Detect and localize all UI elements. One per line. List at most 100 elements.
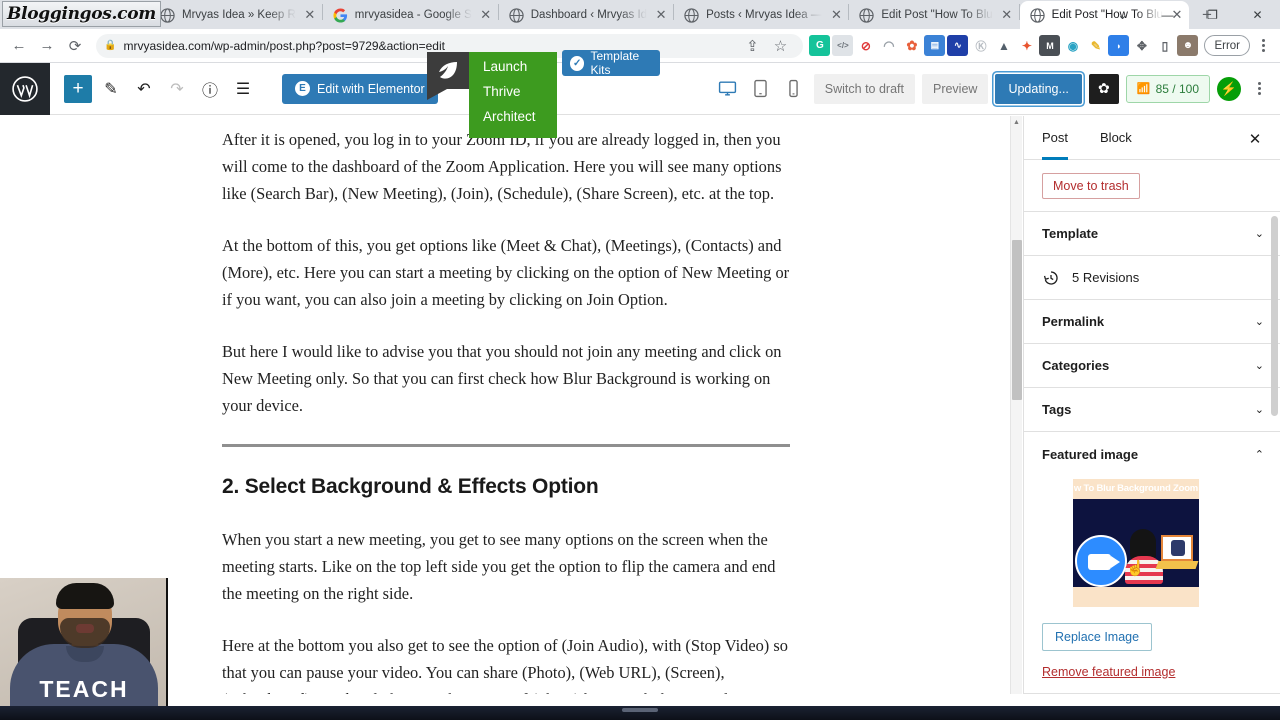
tab-close-icon[interactable]: ✕ <box>302 7 318 23</box>
minimize-button[interactable]: — <box>1145 0 1190 29</box>
template-kits-check-icon: ✓ <box>570 55 585 71</box>
seo-score-badge[interactable]: 📶 85 / 100 <box>1125 74 1210 103</box>
panel-template[interactable]: Template ⌄ <box>1024 212 1280 256</box>
code-icon[interactable]: </> <box>832 35 854 56</box>
scrollbar-thumb[interactable] <box>1012 240 1022 400</box>
featured-image-thumbnail[interactable]: ☝ w To Blur Background Zoom <box>1073 479 1199 607</box>
tab-post[interactable]: Post <box>1042 116 1068 160</box>
maximize-button[interactable]: ❐ <box>1190 0 1235 29</box>
panel-label: Permalink <box>1042 314 1105 329</box>
editor-more-menu-icon[interactable] <box>1248 82 1270 95</box>
revisions-row[interactable]: 5 Revisions <box>1024 256 1280 300</box>
paragraph-block[interactable]: But here I would like to advise you that… <box>222 338 792 419</box>
browser-tab[interactable]: Posts ‹ Mrvyas Idea — ✕ <box>674 1 848 29</box>
keywords-icon[interactable]: Ⓚ <box>970 35 992 56</box>
tab-close-icon[interactable]: ✕ <box>653 7 669 23</box>
share-icon[interactable]: ⇪ <box>739 33 765 59</box>
star-icon[interactable]: ☆ <box>767 33 793 59</box>
preview-button[interactable]: Preview <box>921 73 989 104</box>
reload-icon[interactable]: ⟳ <box>62 33 88 59</box>
back-icon[interactable]: ← <box>6 33 32 59</box>
sidebar-scrollbar[interactable] <box>1271 116 1278 704</box>
editor-scrollbar[interactable]: ▲ ▼ <box>1010 116 1022 704</box>
tab-label: Posts ‹ Mrvyas Idea — <box>706 9 823 21</box>
thrive-leaf-icon[interactable] <box>427 52 469 100</box>
chevron-down-icon[interactable]: ⌄ <box>1255 403 1264 416</box>
chevron-down-icon[interactable]: ⌄ <box>1255 315 1264 328</box>
template-kits-button[interactable]: ✓ Template Kits <box>562 50 660 76</box>
ahrefs-icon[interactable]: ▲ <box>993 35 1015 56</box>
paragraph-block[interactable]: At the bottom of this, you get options l… <box>222 232 792 313</box>
edit-pencil-icon[interactable]: ✎ <box>97 75 125 103</box>
remove-featured-image-link[interactable]: Remove featured image <box>1042 665 1175 679</box>
analytics-icon[interactable]: ∿ <box>947 35 969 56</box>
thrive-menu-item-launch[interactable]: Launch <box>469 54 557 79</box>
panel-permalink[interactable]: Permalink ⌄ <box>1024 300 1280 344</box>
chevron-down-icon[interactable]: ⌄ <box>1255 227 1264 240</box>
profile-avatar[interactable]: ☻ <box>1177 35 1199 56</box>
details-info-icon[interactable]: ⓘ <box>196 75 224 103</box>
highlight-icon[interactable]: ✎ <box>1085 35 1107 56</box>
undo-icon[interactable]: ↶ <box>130 75 158 103</box>
wordpress-logo[interactable] <box>0 62 50 115</box>
kebab-menu-icon[interactable] <box>1252 39 1274 52</box>
zoom-camera-glyph <box>1088 554 1120 570</box>
move-to-trash-button[interactable]: Move to trash <box>1042 172 1140 199</box>
scroll-up-arrow-icon[interactable]: ▲ <box>1011 116 1022 128</box>
adblock-icon[interactable]: ⊘ <box>855 35 877 56</box>
tab-close-icon[interactable]: ✕ <box>999 7 1015 23</box>
browser-tab[interactable]: Dashboard ‹ Mrvyas Id ✕ <box>499 1 673 29</box>
replace-image-button[interactable]: Replace Image <box>1042 623 1153 651</box>
paragraph-block[interactable]: After it is opened, you log in to your Z… <box>222 126 792 207</box>
grammarly-icon[interactable]: G <box>809 35 831 56</box>
browser-tab[interactable]: Edit Post "How To Blu ✕ <box>849 1 1018 29</box>
update-button[interactable]: Updating... <box>995 73 1082 104</box>
switch-to-draft-button[interactable]: Switch to draft <box>813 73 915 104</box>
paragraph-block[interactable]: When you start a new meeting, you get to… <box>222 526 792 607</box>
puzzle-extensions-icon[interactable]: ✥ <box>1131 35 1153 56</box>
thrive-menu-item-thrive[interactable]: Thrive <box>469 79 557 104</box>
clock-revision-icon <box>1043 270 1058 285</box>
gear-icon[interactable]: ✿ <box>1088 73 1119 104</box>
tab-search-chevron-icon[interactable]: ⌄ <box>1100 0 1145 29</box>
browser-tab[interactable]: mrvyasidea - Google S ✕ <box>323 1 498 29</box>
pinterest-icon[interactable]: ✦ <box>1016 35 1038 56</box>
tab-close-icon[interactable]: ✕ <box>828 7 844 23</box>
mailtrack-icon[interactable]: M <box>1039 35 1061 56</box>
desktop-view-icon[interactable] <box>715 76 741 102</box>
thumbnail-title-text: w To Blur Background Zoom <box>1073 483 1199 494</box>
heading-block[interactable]: 2. Select Background & Effects Option <box>222 475 792 499</box>
panel-categories[interactable]: Categories ⌄ <box>1024 344 1280 388</box>
mobile-view-icon[interactable] <box>781 76 807 102</box>
color-wheel-icon[interactable]: ✿ <box>901 35 923 56</box>
close-window-button[interactable]: ✕ <box>1235 0 1280 29</box>
panel-tags[interactable]: Tags ⌄ <box>1024 388 1280 432</box>
featured-image-header[interactable]: Featured image ⌃ <box>1024 432 1280 476</box>
tab-close-icon[interactable]: ✕ <box>478 7 494 23</box>
list-view-icon[interactable]: ☰ <box>229 75 257 103</box>
thumbnail-art: ☝ <box>1073 499 1199 587</box>
edit-with-elementor-button[interactable]: E Edit with Elementor <box>282 73 438 104</box>
separator-block[interactable] <box>222 444 790 447</box>
redo-icon[interactable]: ↷ <box>163 75 191 103</box>
tab-block[interactable]: Block <box>1100 116 1132 160</box>
sidepanel-icon[interactable]: ▯ <box>1154 35 1176 56</box>
close-icon[interactable]: ✕ <box>1244 128 1266 150</box>
thrive-menu-item-architect[interactable]: Architect <box>469 104 557 129</box>
add-block-button[interactable]: + <box>64 74 92 103</box>
notion-icon[interactable]: ▤ <box>924 35 946 56</box>
forward-icon[interactable]: → <box>34 33 60 59</box>
sidebar-scrollbar-thumb[interactable] <box>1271 216 1278 416</box>
tablet-view-icon[interactable] <box>748 76 774 102</box>
score-bars-icon: 📶 <box>1136 83 1151 95</box>
compass-icon[interactable]: ◉ <box>1062 35 1084 56</box>
chevron-up-icon[interactable]: ⌃ <box>1255 448 1264 461</box>
chevron-down-icon[interactable]: ⌄ <box>1255 359 1264 372</box>
honey-icon[interactable]: ◠ <box>878 35 900 56</box>
error-chip[interactable]: Error <box>1204 35 1250 56</box>
post-settings-sidebar: Post Block ✕ Move to trash Template ⌄ 5 … <box>1023 116 1280 704</box>
paragraph-block[interactable]: Here at the bottom you also get to see t… <box>222 632 792 686</box>
jetpack-icon[interactable]: ⚡ <box>1217 76 1241 101</box>
browser-tab[interactable]: Mrvyas Idea » Keep R ✕ <box>150 1 322 29</box>
loom-icon[interactable]: ◗ <box>1108 35 1130 56</box>
